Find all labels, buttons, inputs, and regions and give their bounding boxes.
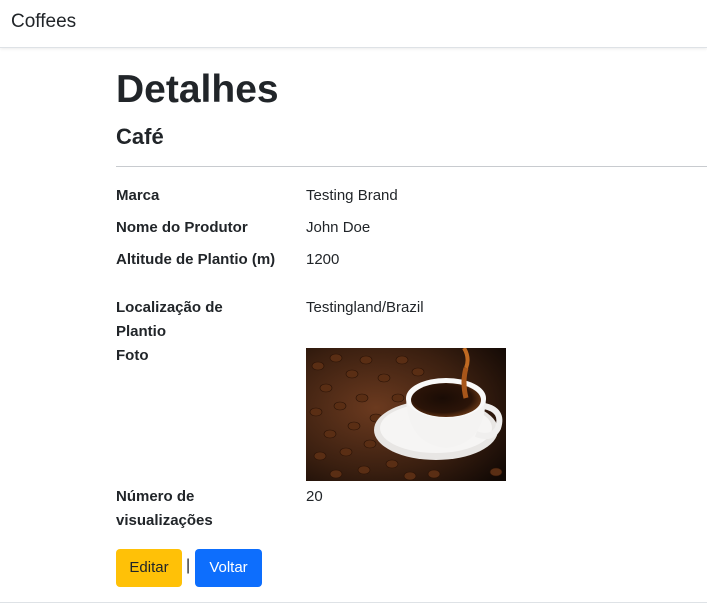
detail-label: Foto	[116, 347, 149, 364]
divider	[116, 166, 707, 167]
detail-label: Altitude de Plantio (m)	[116, 251, 276, 268]
detail-label: Número de visualizações	[116, 488, 213, 529]
back-button[interactable]: Voltar	[195, 549, 262, 587]
detail-value: 20	[306, 488, 323, 505]
coffee-photo	[306, 348, 506, 481]
detail-value: Testing Brand	[306, 187, 398, 204]
top-navbar: Coffees	[0, 0, 707, 48]
page-title: Detalhes	[116, 68, 279, 111]
detail-value: 1200	[306, 251, 340, 268]
detail-value: John Doe	[306, 219, 371, 236]
detail-value: Testingland/Brazil	[306, 299, 424, 316]
separator: |	[186, 557, 191, 574]
page-subtitle: Café	[116, 124, 164, 149]
detail-label: Marca	[116, 187, 160, 204]
detail-label: Localização de Plantio	[116, 299, 223, 340]
detail-label: Nome do Produtor	[116, 219, 248, 236]
footer-divider	[0, 602, 707, 603]
edit-button[interactable]: Editar	[116, 549, 182, 587]
navbar-brand[interactable]: Coffees	[11, 11, 76, 33]
coffee-cup-image	[306, 348, 506, 481]
